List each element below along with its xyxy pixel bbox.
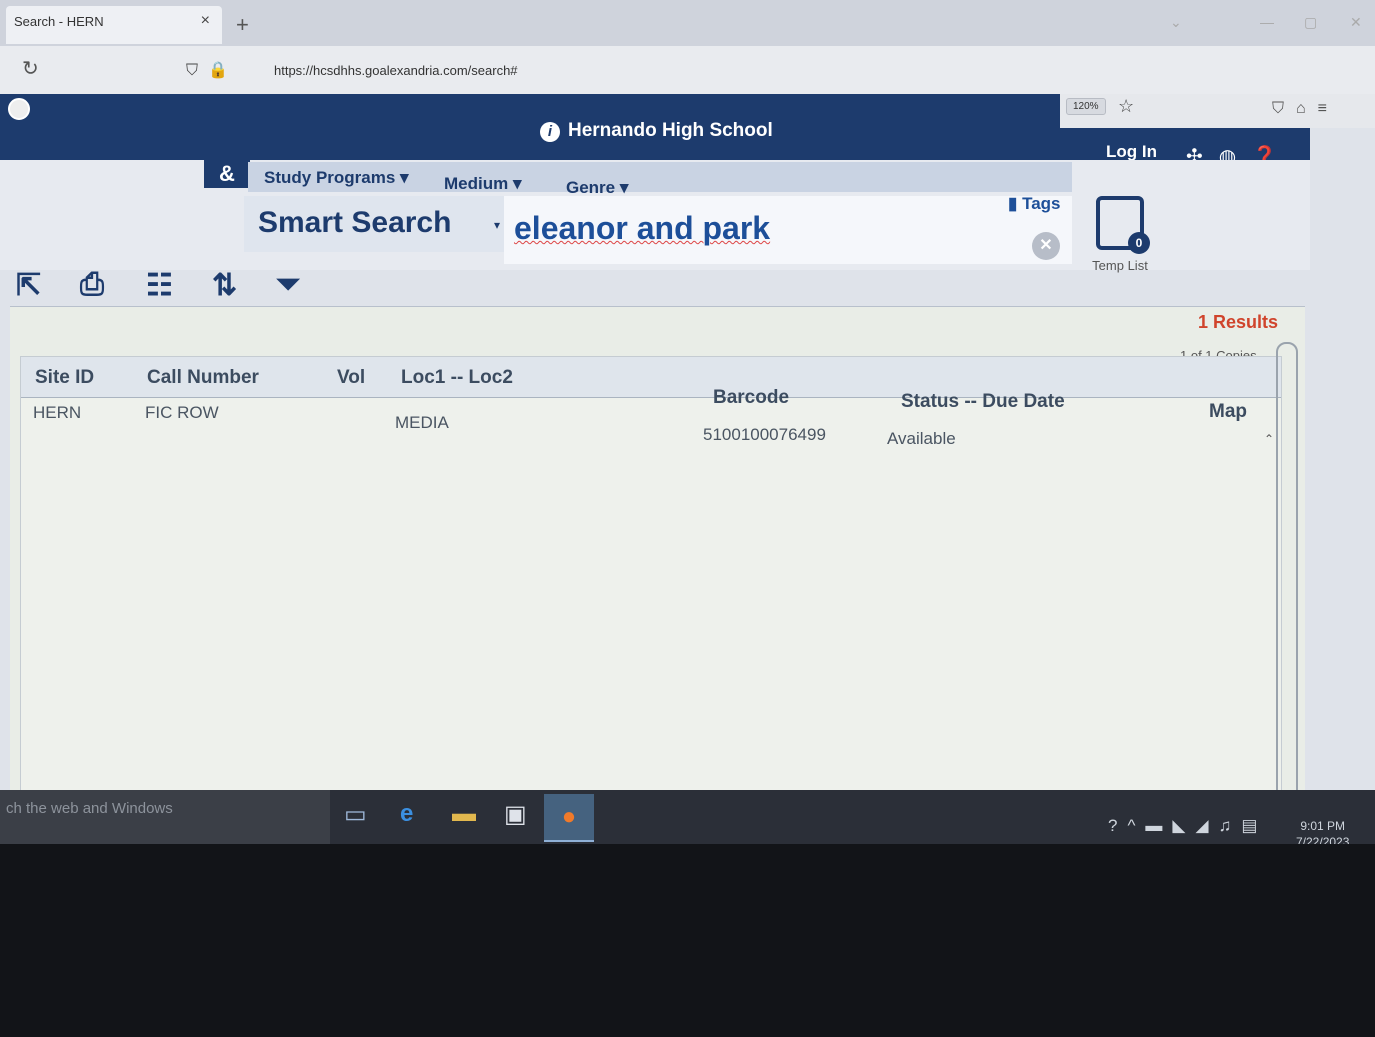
new-tab-button[interactable]: +: [236, 12, 249, 38]
task-view-icon[interactable]: ▭: [344, 800, 367, 829]
copies-table: Site ID Call Number Vol Loc1 -- Loc2 Bar…: [20, 356, 1282, 808]
share-icon[interactable]: ⇱: [16, 268, 41, 303]
cell-site-id: HERN: [33, 403, 82, 422]
col-map[interactable]: Map: [1209, 401, 1247, 423]
dropdown-arrow-icon: ▾: [493, 218, 500, 232]
search-scope-select[interactable]: Smart Search ▾: [244, 196, 504, 252]
school-name: Hernando High School: [568, 120, 773, 141]
bookmark-icon: ▮: [1008, 194, 1023, 213]
app-logo[interactable]: &: [204, 160, 250, 188]
cell-loc: MEDIA: [395, 413, 449, 432]
shield-lock-icon: ⛉🔒: [186, 62, 238, 79]
extension-icon[interactable]: [8, 98, 30, 120]
bookmark-star-icon[interactable]: ☆: [1118, 96, 1134, 117]
sort-icon[interactable]: ⇅: [212, 268, 237, 303]
clock-time: 9:01 PM: [1300, 819, 1346, 833]
search-input[interactable]: eleanor and park ✕: [504, 196, 1072, 264]
col-status[interactable]: Status -- Due Date: [901, 391, 1065, 413]
col-call-number[interactable]: Call Number: [147, 367, 259, 389]
cell-call-number: FIC ROW: [145, 403, 219, 422]
close-window-icon[interactable]: ✕: [1350, 14, 1362, 31]
reload-icon[interactable]: ↻: [22, 56, 39, 81]
chevron-down-icon[interactable]: ⌄: [1170, 14, 1182, 31]
system-tray-icons[interactable]: ?^▬◣◢♫▤: [1108, 816, 1267, 836]
taskbar-search[interactable]: ch the web and Windows: [0, 790, 330, 844]
browser-tab[interactable]: Search - HERN ×: [6, 6, 222, 44]
browser-nav-bar: ↻ ⛉🔒 https://hcsdhhs.goalexandria.com/se…: [0, 46, 1375, 94]
tags-link[interactable]: ▮ Tags: [1008, 194, 1061, 214]
scroll-up-icon[interactable]: ⌃: [1264, 432, 1274, 446]
site-header-bar: [0, 94, 1060, 128]
firefox-icon[interactable]: ●: [544, 794, 594, 842]
maximize-icon[interactable]: ▢: [1304, 14, 1317, 31]
file-explorer-icon[interactable]: ▬: [452, 800, 476, 828]
browser-tab-bar: Search - HERN × + ⌄ — ▢ ✕: [0, 0, 1375, 46]
print-icon[interactable]: ⎙: [80, 268, 104, 302]
clear-search-icon[interactable]: ✕: [1032, 232, 1060, 260]
col-site-id[interactable]: Site ID: [35, 367, 94, 389]
menu-bar: Study Programs ▾ Medium ▾ Genre ▾: [248, 162, 1072, 197]
col-barcode[interactable]: Barcode: [713, 387, 789, 409]
add-to-list-icon[interactable]: ☷: [146, 268, 173, 303]
results-count: 1 Results: [1198, 312, 1279, 332]
login-link[interactable]: Log In: [1106, 142, 1157, 162]
cell-barcode: 5100100076499: [703, 425, 826, 444]
address-bar[interactable]: ⛉🔒 https://hcsdhhs.goalexandria.com/sear…: [178, 54, 1158, 86]
taskbar-search-text: ch the web and Windows: [6, 800, 173, 817]
monitor-bezel: [0, 844, 1375, 1037]
windows-taskbar: ch the web and Windows ▭ e ▬ ▣ ● ?^▬◣◢♫▤…: [0, 790, 1375, 849]
list-icon: 0: [1096, 196, 1150, 254]
screen: Search - HERN × + ⌄ — ▢ ✕ ↻ ⛉🔒 https://h…: [0, 0, 1375, 860]
scrollbar[interactable]: [1276, 342, 1298, 812]
url-text[interactable]: https://hcsdhhs.goalexandria.com/search#: [274, 63, 518, 78]
store-icon[interactable]: ▣: [504, 800, 527, 829]
zoom-level[interactable]: 120%: [1066, 98, 1106, 115]
action-toolbar: ⇱ ⎙ ☷ ⇅ ⏷: [0, 262, 1310, 308]
temp-list-count: 0: [1128, 232, 1150, 254]
tags-label: Tags: [1022, 194, 1061, 213]
menu-genre[interactable]: Genre ▾: [566, 178, 628, 198]
cell-status: Available: [887, 429, 956, 448]
col-loc[interactable]: Loc1 -- Loc2: [401, 367, 513, 389]
toolbar-icons[interactable]: ⛉⌂≡: [1272, 100, 1339, 118]
menu-study-programs[interactable]: Study Programs ▾: [264, 168, 409, 188]
tab-title: Search - HERN: [14, 14, 104, 29]
search-scope-label: Smart Search: [258, 206, 452, 239]
edge-icon[interactable]: e: [400, 800, 413, 828]
search-query[interactable]: eleanor and park: [514, 210, 770, 247]
table-header: Site ID Call Number Vol Loc1 -- Loc2 Bar…: [21, 357, 1281, 422]
filter-icon[interactable]: ⏷: [276, 268, 300, 302]
info-icon[interactable]: i: [540, 122, 560, 142]
col-vol[interactable]: Vol: [337, 367, 365, 389]
tab-close-icon[interactable]: ×: [201, 12, 210, 30]
page-title: i Hernando High School: [540, 120, 773, 142]
menu-medium[interactable]: Medium ▾: [444, 174, 521, 194]
minimize-icon[interactable]: —: [1260, 14, 1274, 30]
